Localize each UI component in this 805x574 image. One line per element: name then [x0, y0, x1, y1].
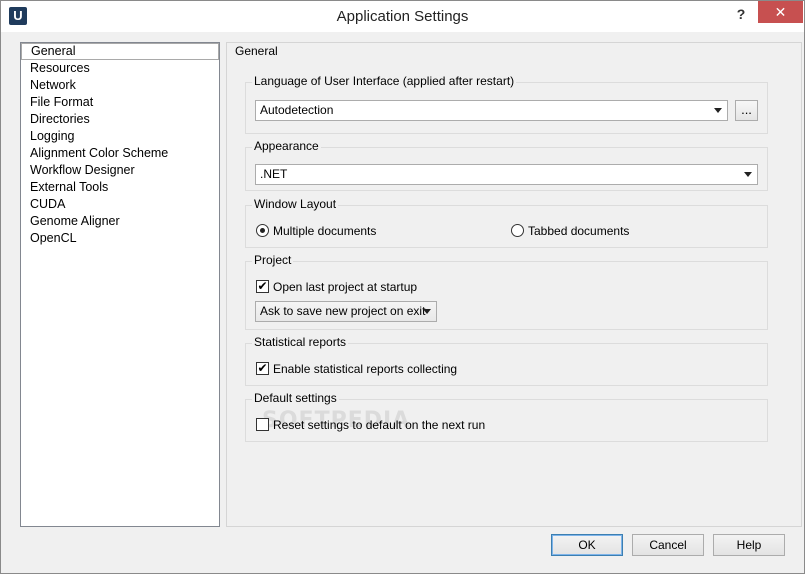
- chevron-down-icon: [423, 309, 431, 314]
- enable-statistics-checkbox[interactable]: ✔: [256, 362, 269, 375]
- sidebar-item-network[interactable]: Network: [21, 77, 219, 94]
- language-select[interactable]: Autodetection: [255, 100, 728, 121]
- enable-statistics-label: Enable statistical reports collecting: [273, 362, 458, 376]
- settings-panel: General Language of User Interface (appl…: [226, 42, 802, 527]
- project-save-policy-select[interactable]: Ask to save new project on exit: [255, 301, 437, 322]
- chevron-down-icon: [714, 108, 722, 113]
- tabbed-documents-radio[interactable]: [511, 224, 524, 237]
- appearance-group: Appearance .NET: [245, 139, 768, 191]
- multiple-documents-label: Multiple documents: [273, 224, 377, 238]
- context-help-button[interactable]: ?: [728, 4, 754, 24]
- window-layout-group: Window Layout Multiple documents Tabbed …: [245, 197, 768, 248]
- project-group-title: Project: [252, 253, 294, 267]
- language-group-title: Language of User Interface (applied afte…: [252, 74, 517, 88]
- sidebar-item-external-tools[interactable]: External Tools: [21, 179, 219, 196]
- sidebar-item-resources[interactable]: Resources: [21, 60, 219, 77]
- sidebar-item-file-format[interactable]: File Format: [21, 94, 219, 111]
- appearance-select[interactable]: .NET: [255, 164, 758, 185]
- sidebar-item-cuda[interactable]: CUDA: [21, 196, 219, 213]
- sidebar-item-logging[interactable]: Logging: [21, 128, 219, 145]
- open-last-project-checkbox[interactable]: ✔: [256, 280, 269, 293]
- default-settings-group-title: Default settings: [252, 391, 339, 405]
- open-last-project-label: Open last project at startup: [273, 280, 418, 294]
- appearance-group-title: Appearance: [252, 139, 321, 153]
- project-group: Project ✔ Open last project at startup A…: [245, 253, 768, 330]
- default-settings-group: Default settings SOFTPEDIA Reset setting…: [245, 391, 768, 442]
- settings-window: U Application Settings ? ✕ General Resou…: [0, 0, 805, 574]
- language-group: Language of User Interface (applied afte…: [245, 74, 768, 134]
- window-title: Application Settings: [336, 8, 469, 25]
- reset-defaults-checkbox[interactable]: [256, 418, 269, 431]
- sidebar-item-alignment-color-scheme[interactable]: Alignment Color Scheme: [21, 145, 219, 162]
- sidebar-item-directories[interactable]: Directories: [21, 111, 219, 128]
- language-browse-button[interactable]: ...: [735, 100, 758, 121]
- settings-category-list[interactable]: General Resources Network File Format Di…: [20, 42, 220, 527]
- statistical-reports-group-title: Statistical reports: [252, 335, 349, 349]
- ok-button[interactable]: OK: [551, 534, 623, 556]
- close-button[interactable]: ✕: [758, 1, 803, 23]
- chevron-down-icon: [744, 172, 752, 177]
- reset-defaults-label: Reset settings to default on the next ru…: [273, 418, 486, 432]
- project-save-policy-value: Ask to save new project on exit: [260, 304, 426, 318]
- multiple-documents-radio[interactable]: [256, 224, 269, 237]
- appearance-select-value: .NET: [260, 167, 288, 181]
- sidebar-item-general[interactable]: General: [21, 43, 219, 60]
- tabbed-documents-label: Tabbed documents: [528, 224, 630, 238]
- help-button[interactable]: Help: [713, 534, 785, 556]
- sidebar-item-genome-aligner[interactable]: Genome Aligner: [21, 213, 219, 230]
- cancel-button[interactable]: Cancel: [632, 534, 704, 556]
- panel-title: General: [235, 44, 278, 58]
- window-layout-group-title: Window Layout: [252, 197, 339, 211]
- statistical-reports-group: Statistical reports ✔ Enable statistical…: [245, 335, 768, 386]
- language-select-value: Autodetection: [260, 103, 334, 117]
- sidebar-item-workflow-designer[interactable]: Workflow Designer: [21, 162, 219, 179]
- title-bar: U Application Settings ? ✕: [1, 1, 804, 32]
- sidebar-item-opencl[interactable]: OpenCL: [21, 230, 219, 247]
